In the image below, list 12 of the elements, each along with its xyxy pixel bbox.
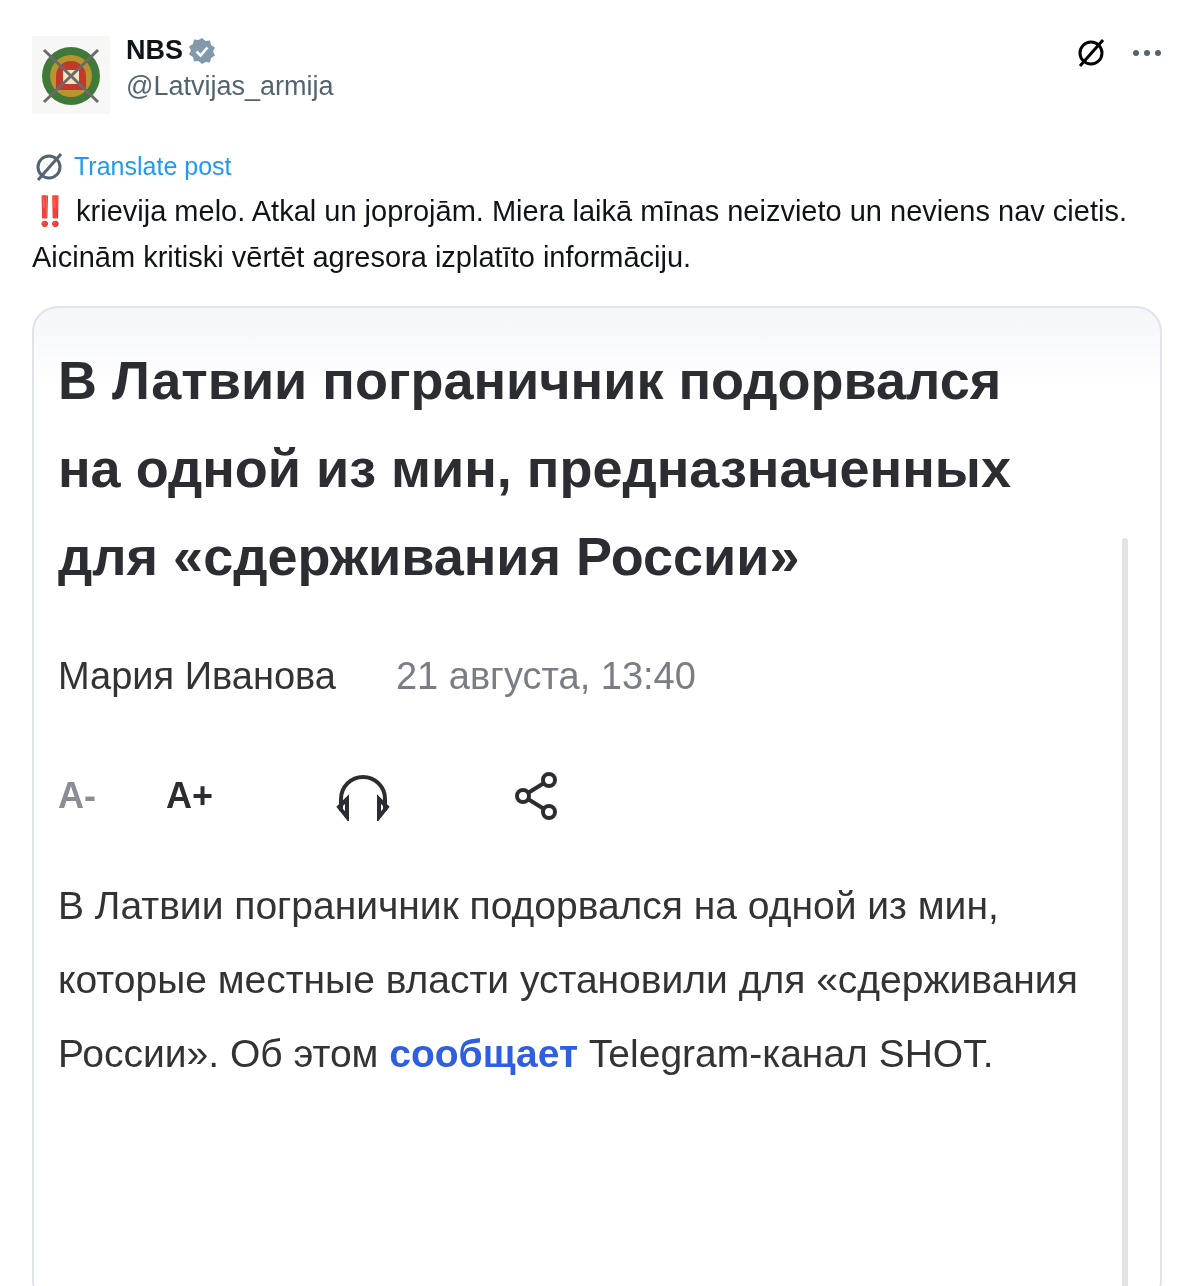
author-byline: Мария Иванова — [58, 653, 336, 699]
author-handle[interactable]: @Latvijas_armija — [126, 66, 1074, 107]
post-text: ‼ krievija melo. Atkal un joprojām. Miera laikā mīnas neizvieto un neviens nav cietis. Aicinām kritiski vērtēt agresora izplatīto informāciju. — [32, 193, 1128, 275]
author-name[interactable]: NBS — [126, 36, 183, 66]
decrease-font-button[interactable]: A- — [58, 768, 96, 823]
more-icon[interactable] — [1132, 49, 1162, 57]
increase-font-button[interactable]: A+ — [166, 768, 214, 823]
article-link[interactable]: сообщает — [389, 1031, 578, 1075]
article-headline: В Латвии пограничник подорвался на одной из мин, предназначенных для «сдерживания России» — [58, 348, 1012, 588]
article-date: 21 августа, 13:40 — [395, 653, 696, 699]
scrollbar[interactable] — [1122, 537, 1128, 1286]
emblem-logo[interactable] — [32, 36, 110, 114]
